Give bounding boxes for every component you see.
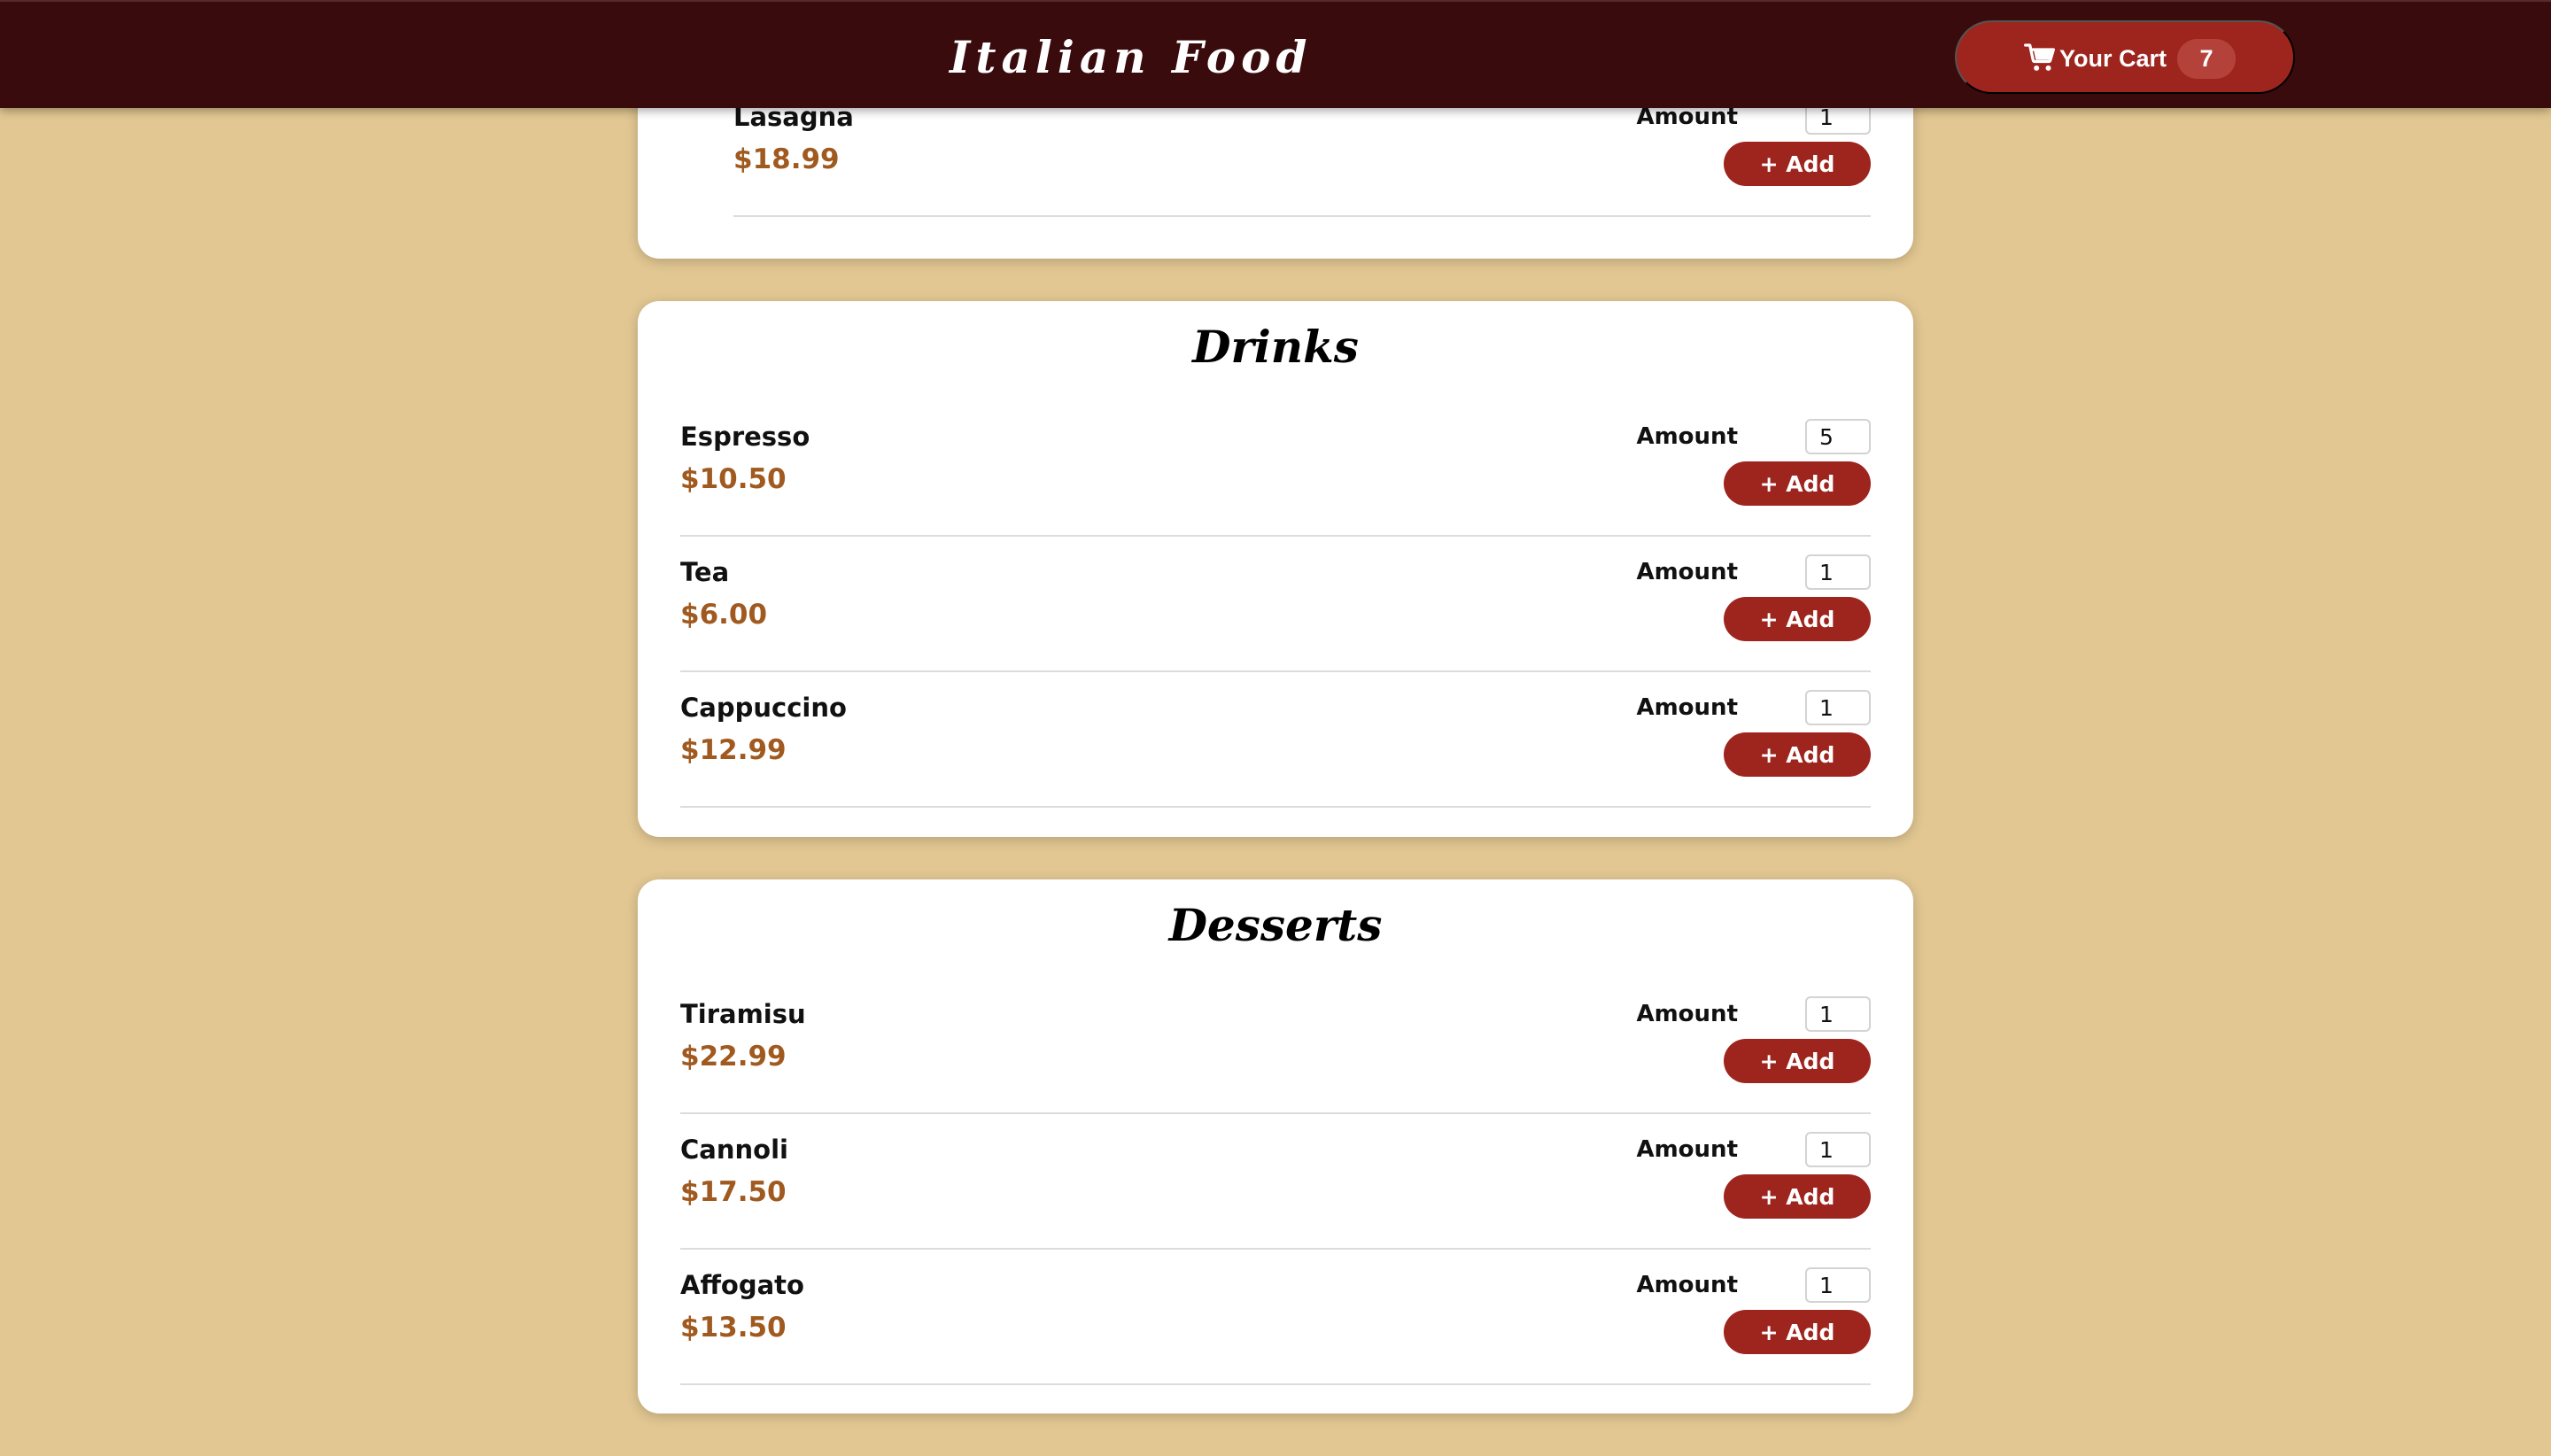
item-price: $13.50 [680, 1312, 787, 1344]
menu-item: Cannoli $17.50 Amount + Add [680, 1114, 1871, 1250]
add-to-cart-button[interactable]: + Add [1724, 142, 1871, 186]
menu-section-desserts: Desserts Tiramisu $22.99 Amount + Add Ca… [638, 879, 1913, 1413]
item-price: $10.50 [680, 463, 787, 495]
menu-item: Espresso $10.50 Amount + Add [680, 401, 1871, 537]
amount-input[interactable] [1805, 690, 1871, 725]
amount-label: Amount [1636, 559, 1738, 585]
app-root: Italian Food Your Cart 7 Lasagna $18.99 … [0, 0, 2551, 1456]
amount-label: Amount [1636, 423, 1738, 450]
item-name: Cappuccino [680, 693, 847, 723]
item-price: $6.00 [680, 599, 768, 631]
menu-item: Cappuccino $12.99 Amount + Add [680, 672, 1871, 808]
section-title: Desserts [1168, 899, 1383, 951]
section-title: Drinks [1192, 321, 1359, 373]
add-to-cart-button[interactable]: + Add [1724, 1174, 1871, 1219]
menu-item: Tiramisu $22.99 Amount + Add [680, 979, 1871, 1114]
amount-input[interactable] [1805, 554, 1871, 590]
brand-logo: Italian Food [950, 31, 1313, 83]
site-header: Italian Food Your Cart 7 [0, 0, 2551, 108]
amount-label: Amount [1636, 1272, 1738, 1298]
cart-button[interactable]: Your Cart 7 [1955, 20, 2295, 94]
amount-input[interactable] [1805, 1267, 1871, 1303]
item-price: $12.99 [680, 734, 787, 766]
add-to-cart-button[interactable]: + Add [1724, 461, 1871, 506]
item-price: $22.99 [680, 1041, 787, 1073]
amount-input[interactable] [1805, 996, 1871, 1032]
amount-label: Amount [1636, 1136, 1738, 1163]
amount-input[interactable] [1805, 1132, 1871, 1167]
add-to-cart-button[interactable]: + Add [1724, 732, 1871, 777]
cart-label: Your Cart [2059, 45, 2167, 72]
amount-label: Amount [1636, 694, 1738, 721]
cart-icon [2024, 43, 2055, 71]
amount-label: Amount [1636, 1001, 1738, 1027]
item-price: $18.99 [733, 143, 840, 175]
add-to-cart-button[interactable]: + Add [1724, 597, 1871, 641]
item-price: $17.50 [680, 1176, 787, 1208]
menu-item: Affogato $13.50 Amount + Add [680, 1250, 1871, 1385]
item-name: Affogato [680, 1270, 804, 1300]
amount-input[interactable] [1805, 419, 1871, 454]
item-name: Tiramisu [680, 999, 806, 1029]
add-to-cart-button[interactable]: + Add [1724, 1039, 1871, 1083]
menu-section-drinks: Drinks Espresso $10.50 Amount + Add Tea … [638, 301, 1913, 837]
item-name: Espresso [680, 422, 810, 452]
add-to-cart-button[interactable]: + Add [1724, 1310, 1871, 1354]
item-name: Tea [680, 557, 730, 587]
item-name: Cannoli [680, 1135, 788, 1165]
cart-count-badge: 7 [2177, 39, 2236, 79]
menu-item: Tea $6.00 Amount + Add [680, 537, 1871, 672]
